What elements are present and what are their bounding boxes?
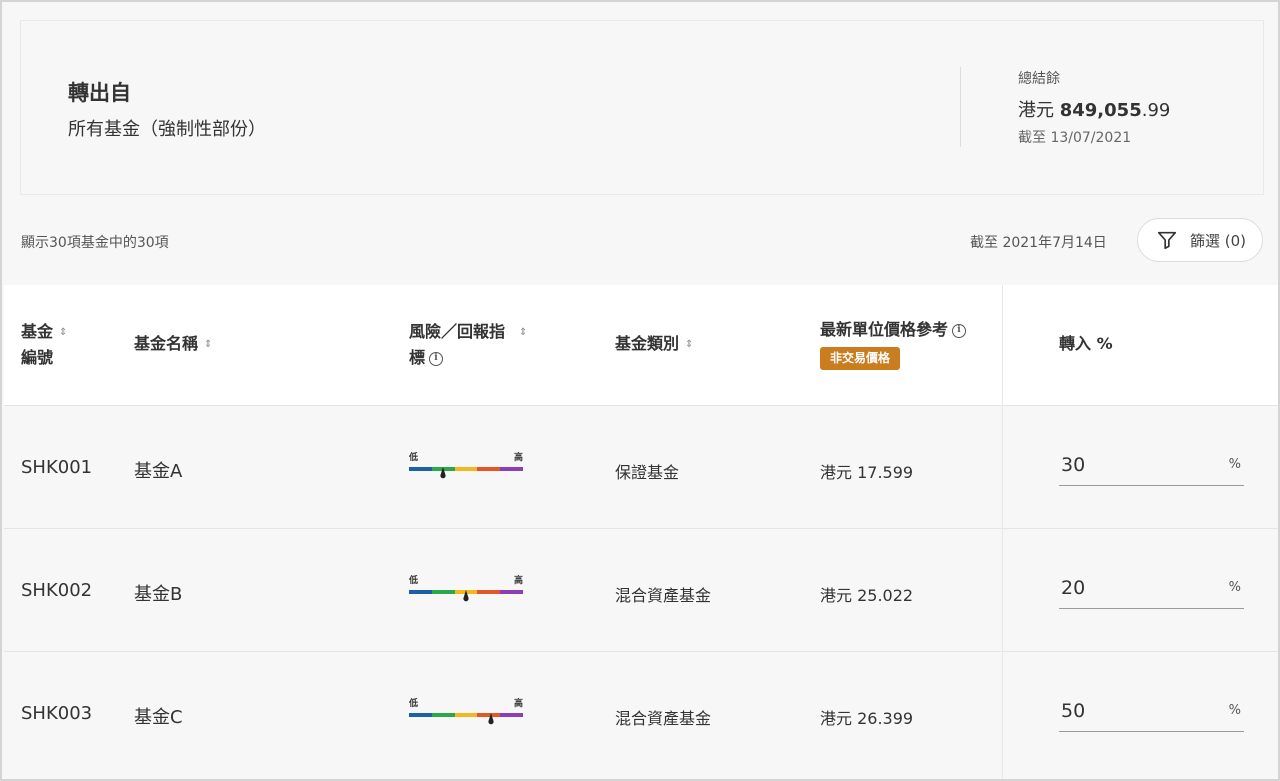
transfer-from-subtitle: 所有基金（強制性部份） [68,119,266,140]
header-fund-category-label: 基金類別 [615,334,680,353]
header-fund-code[interactable]: 基金 ⇕ 編號 [21,319,67,370]
header-fund-name[interactable]: 基金名稱 ⇕ [134,331,212,357]
fund-code: SHK001 [21,457,93,478]
balance-main: 849,055 [1059,100,1142,121]
header-fund-category[interactable]: 基金類別 ⇕ [615,331,693,357]
info-icon[interactable]: i [429,351,444,366]
balance-date: 截至 13/07/2021 [1018,130,1132,146]
column-divider [1002,285,1003,779]
risk-indicator-icon [488,713,494,725]
balance-cents: .99 [1141,100,1171,121]
transfer-percent-input[interactable] [1061,694,1211,728]
sort-icon: ⇕ [59,327,68,338]
fund-name[interactable]: 基金C [134,703,183,729]
table-row: SHK002基金B低高混合資產基金港元 25.022% [4,528,1278,650]
info-icon[interactable]: i [952,323,967,338]
header-transfer-in: 轉入 % [1059,334,1113,353]
fund-category: 保證基金 [615,463,680,482]
risk-indicator-icon [440,467,446,479]
filter-icon [1157,231,1177,250]
as-of-date: 截至 2021年7月14日 [970,235,1107,251]
sort-icon: ⇕ [204,339,213,350]
risk-high-label: 高 [513,453,523,463]
balance-currency: 港元 [1018,100,1054,121]
header-risk-line2: 標 [409,348,426,367]
sort-icon: ⇕ [519,327,528,338]
risk-low-label: 低 [409,699,419,709]
risk-scale-bar [409,467,523,471]
sort-icon: ⇕ [685,339,694,350]
risk-return-meter: 低高 [409,573,523,613]
transfer-from-card: 轉出自 所有基金（強制性部份） 總結餘 港元 849,055.99 截至 13/… [20,20,1264,195]
fund-code: SHK002 [21,580,93,601]
table-row: SHK001基金A低高保證基金港元 17.599% [4,405,1278,527]
fund-name[interactable]: 基金B [134,580,182,606]
table-row: SHK003基金C低高混合資產基金港元 26.399% [4,651,1278,773]
header-risk-return[interactable]: 風險／回報指 ⇕ 標i [409,319,527,370]
total-balance-label: 總結餘 [1018,71,1060,87]
risk-low-label: 低 [409,576,419,586]
fund-price: 港元 26.399 [820,709,914,728]
header-latest-price-label: 最新單位價格參考 [820,320,949,339]
fund-price: 港元 17.599 [820,463,914,482]
risk-high-label: 高 [513,576,523,586]
risk-high-label: 高 [513,699,523,709]
non-trading-price-badge: 非交易價格 [820,347,901,370]
risk-return-meter: 低高 [409,450,523,490]
risk-scale-bar [409,713,523,717]
header-fund-code-line1: 基金 [21,322,54,341]
risk-indicator-icon [463,590,469,602]
risk-return-meter: 低高 [409,696,523,736]
fund-category: 混合資產基金 [615,709,712,728]
percent-symbol: % [1228,457,1241,472]
fund-name[interactable]: 基金A [134,457,182,483]
table-header: 基金 ⇕ 編號 基金名稱 ⇕ 風險／回報指 ⇕ 標i 基金類別 ⇕ 最新單位價格參考 i … [4,285,1278,405]
transfer-percent-input[interactable] [1061,448,1211,482]
header-latest-price: 最新單位價格參考 i 非交易價格 [820,317,967,370]
transfer-percent-field[interactable]: % [1059,571,1244,609]
transfer-percent-field[interactable]: % [1059,694,1244,732]
filter-button[interactable]: 篩選 (0) [1137,218,1263,262]
header-fund-name-label: 基金名稱 [134,334,199,353]
page-frame: 轉出自 所有基金（強制性部份） 總結餘 港元 849,055.99 截至 13/… [0,0,1280,781]
percent-symbol: % [1228,580,1241,595]
filter-button-label: 篩選 (0) [1190,231,1247,250]
fund-table: 基金 ⇕ 編號 基金名稱 ⇕ 風險／回報指 ⇕ 標i 基金類別 ⇕ 最新單位價格參考 i … [4,285,1278,779]
fund-category: 混合資產基金 [615,586,712,605]
transfer-percent-input[interactable] [1061,571,1211,605]
percent-symbol: % [1228,703,1241,718]
total-balance-value: 港元 849,055.99 [1018,96,1170,122]
transfer-percent-field[interactable]: % [1059,448,1244,486]
header-fund-code-line2: 編號 [21,348,54,367]
fund-price: 港元 25.022 [820,586,914,605]
fund-code: SHK003 [21,703,93,724]
card-divider [960,67,961,147]
transfer-from-title: 轉出自 [68,81,131,105]
header-risk-line1: 風險／回報指 [409,322,506,341]
fund-count-text: 顯示30項基金中的30項 [21,235,169,251]
risk-low-label: 低 [409,453,419,463]
